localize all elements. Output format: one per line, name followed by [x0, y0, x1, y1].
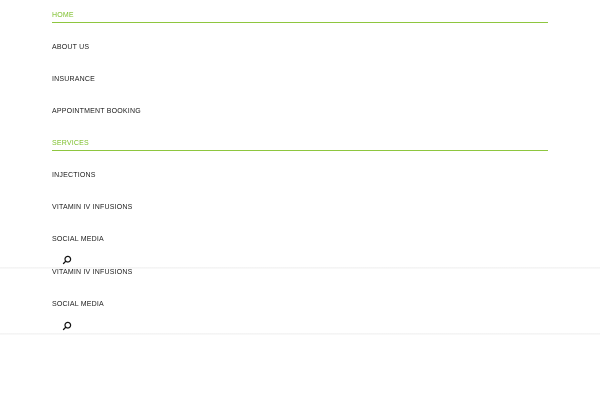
menu-item-social-media-lower[interactable]: SOCIAL MEDIA — [52, 300, 548, 310]
search-icon[interactable] — [62, 255, 72, 265]
menu-item-vitamin-iv-infusions-lower[interactable]: VITAMIN IV INFUSIONS — [52, 268, 548, 278]
menu-item-about-us[interactable]: ABOUT US — [52, 43, 548, 53]
lower-divider — [0, 333, 600, 335]
menu-item-appointment-booking[interactable]: APPOINTMENT BOOKING — [52, 107, 548, 117]
search-icon-lower[interactable] — [62, 321, 72, 331]
menu-item-services[interactable]: SERVICES — [52, 139, 548, 149]
mobile-nav-menu: HOME ABOUT US INSURANCE APPOINTMENT BOOK… — [0, 0, 600, 267]
menu-item-vitamin-iv-infusions[interactable]: VITAMIN IV INFUSIONS — [52, 203, 548, 213]
active-underline-services — [52, 150, 548, 151]
menu-item-injections[interactable]: INJECTIONS — [52, 171, 548, 181]
menu-item-social-media[interactable]: SOCIAL MEDIA — [52, 235, 548, 245]
active-underline-home — [52, 22, 548, 23]
menu-item-home[interactable]: HOME — [52, 11, 548, 21]
menu-item-insurance[interactable]: INSURANCE — [52, 75, 548, 85]
